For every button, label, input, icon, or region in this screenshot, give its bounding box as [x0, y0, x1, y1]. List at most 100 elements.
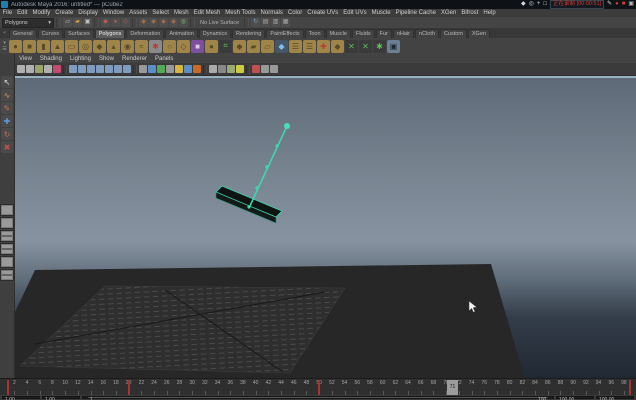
- paint-select-tool-icon[interactable]: ✎: [1, 102, 13, 114]
- menu-select[interactable]: Select: [150, 9, 172, 17]
- gear-icon[interactable]: [139, 65, 147, 73]
- shelf-tab-xgen[interactable]: XGen: [468, 29, 490, 38]
- four-view-icon[interactable]: [78, 65, 86, 73]
- resolution-gate-icon[interactable]: [157, 65, 165, 73]
- shelf-tab-rendering[interactable]: Rendering: [232, 29, 265, 38]
- menu-assets[interactable]: Assets: [127, 9, 150, 17]
- camera-bookmark-icon[interactable]: [26, 65, 34, 73]
- isolate-select-icon[interactable]: [261, 65, 269, 73]
- menu-pipeline-cache[interactable]: Pipeline Cache: [393, 9, 438, 17]
- separate-icon[interactable]: ▱: [261, 40, 274, 53]
- safe-action-icon[interactable]: [184, 65, 192, 73]
- shelf-tab-painteffects[interactable]: PaintEffects: [266, 29, 303, 38]
- playback-start-field[interactable]: 1.00: [42, 396, 80, 399]
- time-slider[interactable]: 2468101214161820222426283032343638404244…: [0, 378, 636, 396]
- quad-draw-icon[interactable]: ◆: [331, 40, 344, 53]
- single-pane-layout[interactable]: [0, 204, 14, 216]
- menu-help[interactable]: Help: [481, 9, 498, 17]
- two-pane-layout[interactable]: [0, 217, 14, 229]
- menu-create[interactable]: Create: [53, 9, 76, 17]
- selected-object[interactable]: [216, 186, 282, 223]
- xray-icon[interactable]: [252, 65, 260, 73]
- panel-menu-show[interactable]: Show: [95, 56, 118, 62]
- anim-end-field[interactable]: 100.00: [596, 396, 634, 399]
- menu-display[interactable]: Display: [76, 9, 101, 17]
- crease-tool-icon[interactable]: ✚: [317, 40, 330, 53]
- connect-tool-icon[interactable]: ✱: [373, 40, 386, 53]
- poly-prism-icon[interactable]: ◆: [93, 40, 106, 53]
- multi-cut-icon[interactable]: ✕: [345, 40, 358, 53]
- poly-sphere-icon[interactable]: ●: [9, 40, 22, 53]
- shelf-tab-curves[interactable]: Curves: [38, 29, 63, 38]
- shelf-tab-fur[interactable]: Fur: [376, 29, 392, 38]
- open-scene-icon[interactable]: ▰: [73, 18, 82, 27]
- select-object-icon[interactable]: ●: [111, 18, 120, 27]
- shelf-tab-animation[interactable]: Animation: [165, 29, 197, 38]
- menu-edit-mesh[interactable]: Edit Mesh: [191, 9, 223, 17]
- poly-torus-icon[interactable]: ◎: [79, 40, 92, 53]
- poly-platonic-icon[interactable]: ◇: [177, 40, 190, 53]
- target-weld-icon[interactable]: ✕: [359, 40, 372, 53]
- active-tool-icon[interactable]: ▣: [387, 40, 400, 53]
- menu-muscle[interactable]: Muscle: [369, 9, 393, 17]
- ipr-render-icon[interactable]: ▥: [271, 18, 280, 27]
- shelf-tab-muscle[interactable]: Muscle: [326, 29, 351, 38]
- joint-chain-manipulator[interactable]: [247, 123, 290, 209]
- menu-xgen[interactable]: XGen: [438, 9, 458, 17]
- shelf-tab-fluids[interactable]: Fluids: [352, 29, 375, 38]
- stop-record-icon[interactable]: ■: [622, 0, 626, 9]
- sculpt-objects-icon[interactable]: ⌗: [219, 40, 232, 53]
- poly-cone-icon[interactable]: ▲: [51, 40, 64, 53]
- shaded-mode-icon[interactable]: [218, 65, 226, 73]
- film-gate-icon[interactable]: [148, 65, 156, 73]
- shelf-tab-toon[interactable]: Toon: [305, 29, 325, 38]
- shelf-tab-dynamics[interactable]: Dynamics: [199, 29, 231, 38]
- four-pane-layout[interactable]: [0, 230, 14, 242]
- single-view-icon[interactable]: [69, 65, 77, 73]
- lights-mode-icon[interactable]: [236, 65, 244, 73]
- record-dot-icon[interactable]: ●: [615, 0, 619, 9]
- select-component-icon[interactable]: ◇: [121, 18, 130, 27]
- panel-menu-shading[interactable]: Shading: [36, 56, 66, 62]
- booleans-icon[interactable]: ◆: [275, 40, 288, 53]
- range-bar[interactable]: 1 100: [82, 396, 554, 399]
- shelf-tab-polygons[interactable]: Polygons: [95, 29, 126, 38]
- safe-title-icon[interactable]: [193, 65, 201, 73]
- outliner-pane-layout[interactable]: [0, 256, 14, 268]
- target-icon[interactable]: +: [537, 0, 541, 9]
- menu-mesh[interactable]: Mesh: [171, 9, 191, 17]
- outliner-view-icon[interactable]: [96, 65, 104, 73]
- super-ellipse-icon[interactable]: ■: [191, 40, 204, 53]
- poly-soccer-icon[interactable]: ○: [163, 40, 176, 53]
- move-tool-icon[interactable]: ✚: [1, 115, 13, 127]
- range-handle[interactable]: 1 100: [88, 397, 549, 398]
- three-pane-layout[interactable]: [0, 243, 14, 255]
- new-scene-icon[interactable]: ▱: [63, 18, 72, 27]
- select-camera-icon[interactable]: [17, 65, 25, 73]
- anim-start-field[interactable]: 1.00: [2, 396, 40, 399]
- mirror-geometry-icon[interactable]: ◆: [233, 40, 246, 53]
- snap-point-icon[interactable]: ◈: [159, 18, 168, 27]
- current-frame-indicator[interactable]: 71: [447, 380, 458, 395]
- combine-icon[interactable]: ▰: [247, 40, 260, 53]
- hypershade-pane-layout[interactable]: [0, 269, 14, 281]
- rotate-tool-icon[interactable]: ↻: [1, 128, 13, 140]
- menu-edit-uvs[interactable]: Edit UVs: [341, 9, 369, 17]
- title-bar[interactable]: Autodesk Maya 2016: untitled* --- pCube2…: [0, 0, 636, 9]
- shelf-tab-surfaces[interactable]: Surfaces: [64, 29, 94, 38]
- field-chart-icon[interactable]: [175, 65, 183, 73]
- sphere-volume-icon[interactable]: ●: [205, 40, 218, 53]
- snap-grid-icon[interactable]: ◈: [139, 18, 148, 27]
- poly-plane-icon[interactable]: ▭: [65, 40, 78, 53]
- snap-curve-icon[interactable]: ◈: [149, 18, 158, 27]
- zoom-icon[interactable]: ◎: [529, 0, 534, 9]
- image-plane-icon[interactable]: [35, 65, 43, 73]
- menu-normals[interactable]: Normals: [258, 9, 285, 17]
- poly-pyramid-icon[interactable]: ▴: [107, 40, 120, 53]
- poly-helix-icon[interactable]: ≈: [135, 40, 148, 53]
- menu-set-dropdown[interactable]: Polygons ▾: [2, 18, 54, 28]
- history-icon[interactable]: ↻: [251, 18, 260, 27]
- menu-create-uvs[interactable]: Create UVs: [305, 9, 341, 17]
- poly-cube-icon[interactable]: ■: [23, 40, 36, 53]
- panel-menu-panels[interactable]: Panels: [151, 56, 177, 62]
